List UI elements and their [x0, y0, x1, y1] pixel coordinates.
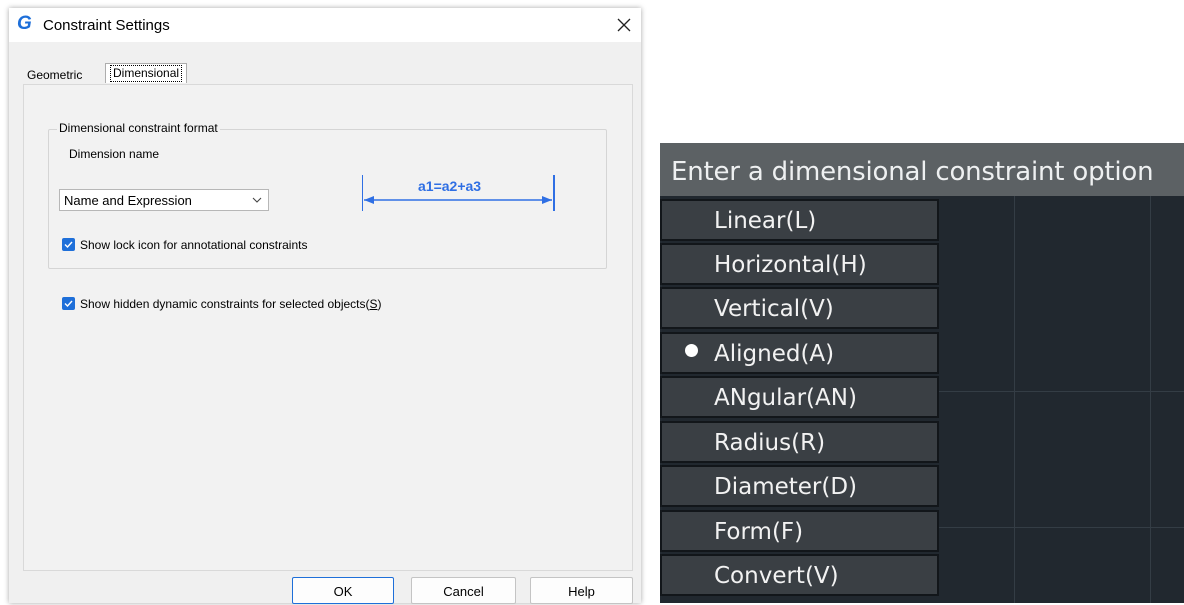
dimension-name-value: Name and Expression [64, 193, 192, 208]
show-hidden-label-prefix: Show hidden dynamic constraints for sele… [80, 297, 370, 311]
ok-button[interactable]: OK [292, 577, 394, 604]
group-title: Dimensional constraint format [57, 121, 220, 135]
title-bar: G Constraint Settings [9, 8, 641, 42]
menu-item-label: Convert(V) [714, 563, 839, 589]
close-icon [617, 18, 631, 32]
help-button[interactable]: Help [530, 577, 633, 604]
checkmark-icon [64, 300, 73, 307]
menu-item-label: Linear(L) [714, 208, 817, 234]
dimensional-tab-panel: Dimensional constraint format Dimension … [23, 84, 633, 571]
menu-item-label: Diameter(D) [714, 474, 858, 500]
dialog-title: Constraint Settings [43, 17, 170, 34]
show-hidden-label-suffix: ) [377, 297, 382, 311]
show-hidden-mnemonic: S [369, 297, 378, 311]
menu-item-aligned[interactable]: Aligned(A) [660, 332, 939, 374]
menu-item-diameter[interactable]: Diameter(D) [660, 465, 939, 507]
grid-line [1150, 196, 1151, 603]
chevron-down-icon [252, 197, 262, 203]
menu-item-label: Radius(R) [714, 430, 826, 456]
app-logo-icon: G [17, 13, 32, 34]
tab-dimensional[interactable]: Dimensional [105, 63, 188, 83]
show-lock-icon-label: Show lock icon for annotational constrai… [80, 238, 308, 252]
dimension-name-select[interactable]: Name and Expression [59, 189, 269, 211]
constraint-settings-dialog: G Constraint Settings Geometric Dimensio… [9, 8, 641, 604]
command-prompt-bar: Enter a dimensional constraint option [660, 143, 1184, 196]
close-button[interactable] [611, 12, 637, 38]
menu-item-label: ANgular(AN) [714, 385, 857, 411]
menu-item-label: Form(F) [714, 519, 804, 545]
selected-bullet-icon [685, 344, 698, 357]
tab-geometric[interactable]: Geometric [27, 66, 82, 85]
preview-expression: a1=a2+a3 [418, 178, 482, 194]
menu-item-radius[interactable]: Radius(R) [660, 421, 939, 463]
menu-item-label: Horizontal(H) [714, 252, 867, 278]
cancel-button[interactable]: Cancel [411, 577, 516, 604]
show-hidden-constraints-checkbox[interactable] [62, 297, 75, 310]
dimension-preview: a1=a2+a3 [362, 173, 562, 217]
show-hidden-constraints-label: Show hidden dynamic constraints for sele… [80, 297, 382, 312]
grid-line [938, 527, 1184, 528]
menu-item-form[interactable]: Form(F) [660, 510, 939, 552]
show-lock-icon-checkbox[interactable] [62, 238, 75, 251]
menu-item-vertical[interactable]: Vertical(V) [660, 287, 939, 329]
dimension-name-label: Dimension name [69, 147, 160, 161]
menu-item-label: Vertical(V) [714, 296, 834, 322]
grid-line [938, 391, 1184, 392]
menu-item-convert[interactable]: Convert(V) [660, 554, 939, 596]
menu-item-label: Aligned(A) [714, 341, 835, 367]
checkmark-icon [64, 241, 73, 248]
menu-item-horizontal[interactable]: Horizontal(H) [660, 243, 939, 285]
tab-dimensional-label: Dimensional [110, 65, 183, 82]
grid-line [1014, 196, 1015, 603]
command-prompt: Enter a dimensional constraint option [671, 157, 1154, 187]
menu-item-angular[interactable]: ANgular(AN) [660, 376, 939, 418]
menu-item-linear[interactable]: Linear(L) [660, 199, 939, 241]
dynamic-input-panel: Enter a dimensional constraint option Li… [660, 143, 1184, 603]
